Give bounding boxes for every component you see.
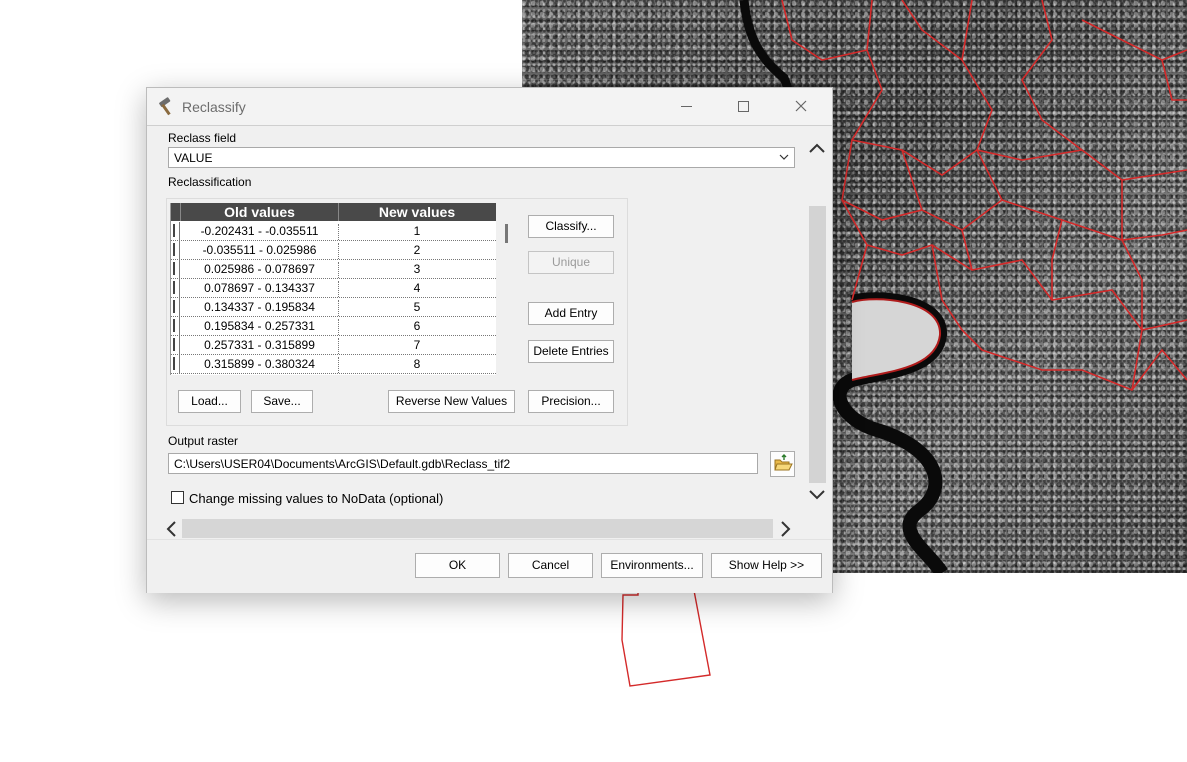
new-value-cell[interactable]: 8 [339,357,495,371]
new-value-cell[interactable]: 3 [339,262,495,276]
maximize-button[interactable] [720,88,766,125]
minimize-icon [681,106,692,107]
table-row[interactable]: 0.134337 - 0.195834 5 [171,298,496,317]
old-value-cell[interactable]: 0.257331 - 0.315899 [181,338,339,354]
row-header[interactable] [171,222,180,240]
close-button[interactable] [777,88,823,125]
old-value-cell[interactable]: -0.202431 - -0.035511 [181,224,339,240]
new-value-cell[interactable]: 2 [339,243,495,257]
scroll-left-arrow-icon[interactable] [164,520,178,538]
table-row[interactable]: -0.035511 - 0.025986 2 [171,241,496,260]
browse-button[interactable] [770,451,795,477]
output-raster-label: Output raster [168,434,239,448]
chevron-down-icon [779,154,789,160]
output-raster-field[interactable]: C:\Users\USER04\Documents\ArcGIS\Default… [168,453,758,474]
delete-entries-button[interactable]: Delete Entries [528,340,614,363]
reverse-new-values-button[interactable]: Reverse New Values [388,390,515,413]
reclass-field-value: VALUE [174,151,213,165]
row-header[interactable] [171,355,180,373]
reclassification-table[interactable]: Old values New values -0.202431 - -0.035… [170,203,496,375]
table-row[interactable]: 0.078697 - 0.134337 4 [171,279,496,298]
open-folder-icon [774,454,793,471]
classify-button[interactable]: Classify... [528,215,614,238]
save-button[interactable]: Save... [251,390,313,413]
table-row[interactable]: 0.257331 - 0.315899 7 [171,336,496,355]
reclassify-dialog: Reclassify Reclass field VALUE Reclassif… [146,87,833,593]
column-header-old-values[interactable]: Old values [181,203,339,221]
reclass-field-dropdown[interactable]: VALUE [168,147,795,168]
hammer-icon [159,97,171,116]
new-value-cell[interactable]: 7 [339,338,495,352]
reclassification-label: Reclassification [168,175,252,189]
new-value-cell[interactable]: 6 [339,319,495,333]
old-value-cell[interactable]: 0.078697 - 0.134337 [181,281,339,297]
add-entry-button[interactable]: Add Entry [528,302,614,325]
load-button[interactable]: Load... [178,390,241,413]
old-value-cell[interactable]: -0.035511 - 0.025986 [181,243,339,259]
district-boundaries [781,0,1187,391]
row-header[interactable] [171,260,180,278]
table-header: Old values New values [171,203,496,221]
vertical-scrollbar[interactable] [809,206,826,483]
old-value-cell[interactable]: 0.134337 - 0.195834 [181,300,339,316]
cancel-button[interactable]: Cancel [508,553,593,578]
table-scrollbar-thumb[interactable] [505,224,508,243]
scroll-down-arrow-icon[interactable] [808,488,826,502]
precision-button[interactable]: Precision... [528,390,614,413]
row-header[interactable] [171,317,180,335]
maximize-icon [738,101,749,112]
old-value-cell[interactable]: 0.315899 - 0.380324 [181,357,339,373]
scroll-right-arrow-icon[interactable] [779,520,793,538]
new-value-cell[interactable]: 5 [339,300,495,314]
column-header-new-values[interactable]: New values [339,203,495,221]
title-bar[interactable]: Reclassify [147,88,832,126]
reclass-field-label: Reclass field [168,131,237,145]
nodata-checkbox[interactable] [171,491,184,504]
scroll-up-arrow-icon[interactable] [808,141,826,155]
dialog-footer: OK Cancel Environments... Show Help >> [147,539,832,593]
nodata-label[interactable]: Change missing values to NoData (optiona… [189,491,443,506]
new-value-cell[interactable]: 1 [339,224,495,238]
row-header[interactable] [171,279,180,297]
row-header[interactable] [171,241,180,259]
minimize-button[interactable] [663,88,709,125]
ok-button[interactable]: OK [415,553,500,578]
row-header[interactable] [171,336,180,354]
reclassification-group: Old values New values -0.202431 - -0.035… [166,198,628,426]
table-row[interactable]: -0.202431 - -0.035511 1 [171,222,496,241]
environments-button[interactable]: Environments... [601,553,703,578]
table-row[interactable]: 0.025986 - 0.078697 3 [171,260,496,279]
row-header[interactable] [171,298,180,316]
table-row[interactable]: 0.195834 - 0.257331 6 [171,317,496,336]
close-icon [795,100,807,112]
table-row[interactable]: 0.315899 - 0.380324 8 [171,355,496,374]
old-value-cell[interactable]: 0.195834 - 0.257331 [181,319,339,335]
unique-button[interactable]: Unique [528,251,614,274]
show-help-button[interactable]: Show Help >> [711,553,822,578]
horizontal-scrollbar[interactable] [182,519,773,538]
old-value-cell[interactable]: 0.025986 - 0.078697 [181,262,339,278]
window-title: Reclassify [182,99,246,115]
new-value-cell[interactable]: 4 [339,281,495,295]
table-corner [171,203,181,221]
